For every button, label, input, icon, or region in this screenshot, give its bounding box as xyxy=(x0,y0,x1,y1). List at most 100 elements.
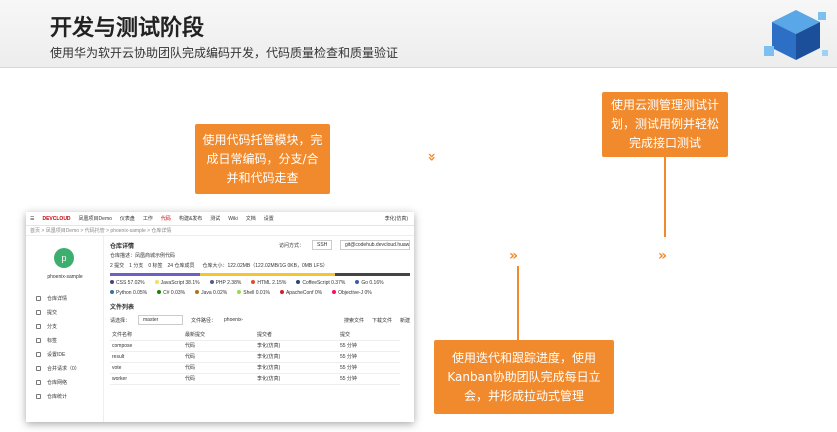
nav-item[interactable]: 文档 xyxy=(246,215,256,222)
nav-item-active[interactable]: 代码 xyxy=(161,215,171,222)
menu-item-icon xyxy=(36,351,41,357)
language-dot-icon xyxy=(237,290,242,294)
menu-item-icon xyxy=(36,337,41,343)
sidebar-item[interactable]: 合并请求（0） xyxy=(36,361,80,375)
committer: 李化(仿真) xyxy=(255,373,338,385)
table-row[interactable]: vote 代码 李化(仿真) 55 分钟 xyxy=(110,362,400,374)
path-label: 文件路径： xyxy=(191,317,217,324)
language-label: PHP 2.38% xyxy=(215,280,242,286)
committer: 李化(仿真) xyxy=(255,351,338,363)
nav-item[interactable]: 工作 xyxy=(143,215,153,222)
language-item: Objective-J 0% xyxy=(332,290,372,296)
title-bar: 开发与测试阶段 使用华为软开云协助团队完成编码开发，代码质量检查和质量验证 xyxy=(0,0,837,68)
sidebar-item[interactable]: 仓库统计 xyxy=(36,389,80,403)
devcloud-screenshot: ☰ DEVCLOUD 凤凰项目Demo 仪表盘 工作 代码 构建&发布 测试 W… xyxy=(26,212,414,422)
language-item: PHP 2.38% xyxy=(209,280,242,286)
connector-line xyxy=(517,266,519,340)
nav-item[interactable]: 构建&发布 xyxy=(179,215,202,222)
table-row[interactable]: result 代码 李化(仿真) 55 分钟 xyxy=(110,351,400,363)
language-dot-icon xyxy=(251,280,256,284)
user-name[interactable]: 李化(仿真) xyxy=(385,215,408,222)
arrow-right-icon: » xyxy=(658,248,668,264)
language-item: Go 0.16% xyxy=(355,280,384,286)
arrow-down-icon: » xyxy=(423,152,440,162)
devcloud-cube-logo xyxy=(764,10,828,60)
callout-kanban: 使用迭代和跟踪进度，使用Kanban协助团队完成每日立会，并形成拉动式管理 xyxy=(434,340,614,414)
language-dot-icon xyxy=(154,280,159,284)
language-dot-icon xyxy=(195,290,200,294)
nav-item[interactable]: 测试 xyxy=(210,215,220,222)
menu-item-icon xyxy=(36,323,41,329)
download-file-button[interactable]: 下载文件 xyxy=(372,317,392,324)
language-label: CoffeeScript 0.37% xyxy=(302,280,346,286)
column-header: 提交 xyxy=(337,329,400,341)
path-value: phoenix- xyxy=(224,317,244,323)
language-label: JavaScript 38.1% xyxy=(160,280,200,286)
sidebar-item[interactable]: 标签 xyxy=(36,333,80,347)
last-commit: 代码 xyxy=(182,351,256,363)
language-item: C# 0.03% xyxy=(157,290,185,296)
sidebar-item-label: 仓库统计 xyxy=(47,393,68,400)
sidebar-item-label: 仓库网络 xyxy=(47,379,68,386)
table-row[interactable]: worker 代码 李化(仿真) 55 分钟 xyxy=(110,373,400,385)
callout-code: 使用代码托管模块，完成日常编码，分支/合并和代码走查 xyxy=(195,124,330,194)
devcloud-logo: DEVCLOUD xyxy=(42,215,71,222)
repo-size: 仓库大小：122.02MB（122.02MB/1G 0KB，0MB LFS） xyxy=(202,263,328,269)
search-file-button[interactable]: 搜索文件 xyxy=(344,317,364,324)
clone-url[interactable]: git@codehub.devcloud.huaw xyxy=(340,240,410,250)
sidebar-item[interactable]: 仓库网络 xyxy=(36,375,80,389)
language-dot-icon xyxy=(157,290,162,294)
language-item: ApacheConf 0% xyxy=(279,290,323,296)
language-label: Python 0.05% xyxy=(116,290,148,296)
language-item: Shell 0.01% xyxy=(237,290,270,296)
repo-main: 仓库详情 访问方式： SSH git@codehub.devcloud.huaw 仓… xyxy=(110,240,410,422)
language-item: JavaScript 38.1% xyxy=(154,280,200,286)
repo-stats: 2 提交 1 分支 0 标签 24 仓库成员 xyxy=(110,263,195,269)
new-file-button[interactable]: 新建 xyxy=(400,317,410,324)
committer: 李化(仿真) xyxy=(255,362,338,374)
language-label: Objective-J 0% xyxy=(338,290,372,296)
breadcrumb-path[interactable]: 首页 > 凤凰项目Demo > 代码托管 > phoenix-sample > … xyxy=(30,227,171,234)
sidebar: p phoenix-sample 仓库详情 提交 分支 标签 设置IDE 合并请… xyxy=(26,236,104,422)
commit-time: 55 分钟 xyxy=(337,351,400,363)
clone-protocol[interactable]: SSH xyxy=(312,240,332,250)
top-nav: ☰ DEVCLOUD 凤凰项目Demo 仪表盘 工作 代码 构建&发布 测试 W… xyxy=(26,212,414,226)
last-commit: 代码 xyxy=(182,340,256,352)
language-item: Python 0.05% xyxy=(110,290,147,296)
commit-time: 55 分钟 xyxy=(337,362,400,374)
language-label: C# 0.03% xyxy=(163,290,186,296)
menu-item-icon xyxy=(36,379,41,385)
sidebar-menu: 仓库详情 提交 分支 标签 设置IDE 合并请求（0） 仓库网络 仓库统计 xyxy=(36,291,80,403)
arrow-right-icon: » xyxy=(509,248,519,264)
last-commit: 代码 xyxy=(182,362,256,374)
sidebar-item[interactable]: 仓库详情 xyxy=(36,291,80,305)
sidebar-item[interactable]: 分支 xyxy=(36,319,80,333)
file-name[interactable]: result xyxy=(110,351,183,363)
language-dot-icon xyxy=(332,290,337,294)
nav-item[interactable]: 设置 xyxy=(264,215,274,222)
nav-item[interactable]: Wiki xyxy=(228,216,237,222)
file-name[interactable]: worker xyxy=(110,373,183,385)
project-name[interactable]: 凤凰项目Demo xyxy=(79,215,112,222)
column-header: 最新提交 xyxy=(182,329,256,341)
sidebar-item-label: 标签 xyxy=(47,337,58,344)
language-label: HTML 2.15% xyxy=(257,280,287,286)
language-dot-icon xyxy=(355,280,360,284)
language-item: Java 0.02% xyxy=(195,290,227,296)
menu-item-icon xyxy=(36,393,41,399)
language-dot-icon xyxy=(279,290,284,294)
sidebar-item-label: 合并请求（0） xyxy=(47,365,80,372)
menu-icon[interactable]: ☰ xyxy=(30,216,34,222)
file-name[interactable]: vote xyxy=(110,362,183,374)
sidebar-item[interactable]: 设置IDE xyxy=(36,347,80,361)
sidebar-item-label: 分支 xyxy=(47,323,58,330)
nav-item[interactable]: 仪表盘 xyxy=(120,215,135,222)
table-row[interactable]: compose 代码 李化(仿真) 55 分钟 xyxy=(110,340,400,352)
file-name[interactable]: compose xyxy=(110,340,183,352)
slide-title: 开发与测试阶段 xyxy=(50,16,205,41)
last-commit: 代码 xyxy=(182,373,256,385)
sidebar-item[interactable]: 提交 xyxy=(36,305,80,319)
language-label: ApacheConf 0% xyxy=(285,290,323,296)
branch-select[interactable]: master xyxy=(138,315,184,325)
language-dot-icon xyxy=(296,280,301,284)
